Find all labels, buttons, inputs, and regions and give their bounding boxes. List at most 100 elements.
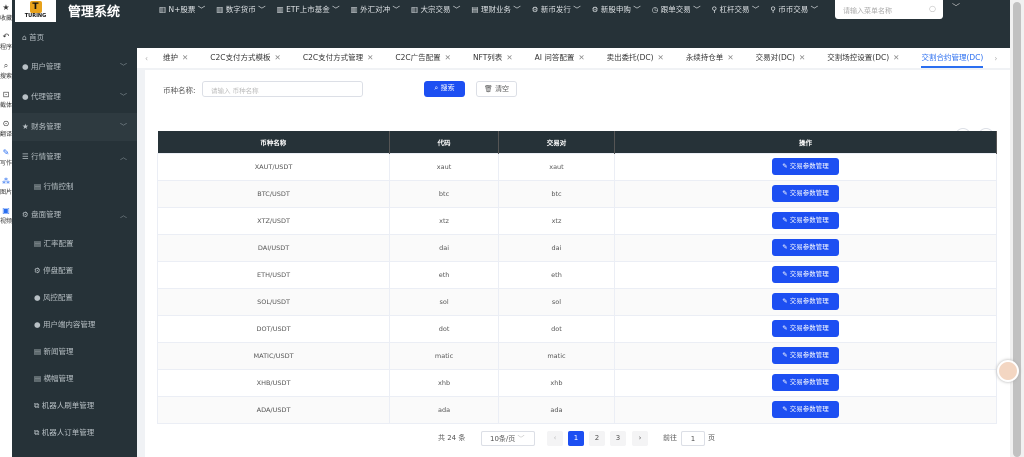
table-cell: xhb <box>389 368 499 397</box>
edit-icon: ✎ <box>782 351 788 359</box>
page-size-select[interactable]: 10条/页 ﹀ <box>481 431 535 446</box>
close-icon[interactable]: ✕ <box>275 53 281 62</box>
tab[interactable]: 维护 ✕ <box>152 48 199 68</box>
tab[interactable]: 永续持仓单 ✕ <box>675 48 745 68</box>
menu-search-input[interactable]: 请输入菜单名称 ○ <box>835 0 943 19</box>
close-icon[interactable]: ✕ <box>445 53 451 62</box>
trade-params-button[interactable]: ✎ 交易参数管理 <box>772 293 839 310</box>
top-menu-item[interactable]: ⚲ 杠杆交易 ﹀ <box>712 4 760 15</box>
tab[interactable]: AI 问答配置 ✕ <box>524 48 596 68</box>
next-page-button[interactable]: › <box>632 431 648 446</box>
home-icon: ⌂ <box>22 33 27 42</box>
tab[interactable]: C2C支付方式管理 ✕ <box>292 48 385 68</box>
sidebar-item[interactable]: ★ 财务管理 ﹀ <box>12 113 137 141</box>
edit-icon: ✎ <box>782 216 788 224</box>
trade-params-button[interactable]: ✎ 交易参数管理 <box>772 266 839 283</box>
sidebar-item[interactable]: ▤ 行情控制 <box>12 173 137 201</box>
table-cell: xaut <box>389 152 499 181</box>
table-cell: btc <box>389 179 499 208</box>
search-icon[interactable]: ⌕ <box>0 62 12 70</box>
page-2[interactable]: 2 <box>589 431 605 446</box>
top-menu: ▥ N+股票 ﹀ ▥ 数字货币 ﹀ ▥ ETF上市基金 ﹀ ▥ 外汇对冲 ﹀ ▥ 大宗交… <box>159 0 818 18</box>
sidebar-item[interactable]: ▤ 汇率配置 <box>12 230 137 258</box>
top-menu-item[interactable]: ▥ N+股票 ﹀ <box>159 4 205 15</box>
doc-icon: ▤ <box>34 182 42 191</box>
sidebar-item[interactable]: ⚙ 盘面管理 ︿ <box>12 201 137 229</box>
top-menu-item[interactable]: ◷ 跟单交易 ﹀ <box>652 4 701 15</box>
close-icon[interactable]: ✕ <box>506 53 512 62</box>
star-icon[interactable]: ★ <box>0 4 12 12</box>
user-icon: ● <box>34 293 41 302</box>
sidebar-item[interactable]: ⧉ 机器人订单管理 <box>12 419 137 447</box>
trade-params-button[interactable]: ✎ 交易参数管理 <box>772 374 839 391</box>
tab[interactable]: 交易对(DC) ✕ <box>745 48 817 68</box>
sidebar-item[interactable]: ● 代理管理 ﹀ <box>12 83 137 111</box>
chevron-down-icon: ﹀ <box>517 435 525 443</box>
page-3[interactable]: 3 <box>610 431 626 446</box>
chevron-down-icon[interactable]: ﹀ <box>952 2 960 13</box>
sidebar-item[interactable]: ⧉ 机器人刷单管理 <box>12 392 137 420</box>
edit-icon: ✎ <box>782 297 788 305</box>
top-menu-item[interactable]: ⚙ 新币发行 ﹀ <box>532 4 581 15</box>
sidebar-item[interactable]: ☰ 行情管理 ︿ <box>12 143 137 171</box>
scrollbar[interactable] <box>1010 0 1024 457</box>
close-icon[interactable]: ✕ <box>182 53 188 62</box>
translate-icon[interactable]: ⊙ <box>0 120 12 128</box>
undo-icon[interactable]: ↶ <box>0 33 12 41</box>
edit-icon[interactable]: ✎ <box>0 149 12 157</box>
search-button[interactable]: ⌕ 搜索 <box>424 81 465 97</box>
screenshot-icon[interactable]: ⊡ <box>0 91 12 99</box>
table-cell: btc <box>498 179 615 208</box>
trade-params-button[interactable]: ✎ 交易参数管理 <box>772 185 839 202</box>
trade-params-button[interactable]: ✎ 交易参数管理 <box>772 158 839 175</box>
close-icon[interactable]: ✕ <box>893 53 899 62</box>
close-icon[interactable]: ✕ <box>578 53 584 62</box>
top-menu-item[interactable]: ⚙ 新股申购 ﹀ <box>592 4 641 15</box>
top-menu-item[interactable]: ⚲ 币币交易 ﹀ <box>770 4 818 15</box>
sidebar-item[interactable]: ● 风控配置 <box>12 284 137 312</box>
top-menu-item[interactable]: ▥ 数字货币 ﹀ <box>216 4 265 15</box>
trade-params-button[interactable]: ✎ 交易参数管理 <box>772 401 839 418</box>
tab[interactable]: C2C支付方式模板 ✕ <box>199 48 292 68</box>
close-icon[interactable]: ✕ <box>367 53 373 62</box>
prev-page-button[interactable]: ‹ <box>547 431 563 446</box>
tab[interactable]: 卖出委托(DC) ✕ <box>596 48 675 68</box>
tab[interactable]: 交割合约管理(DC) <box>910 48 994 68</box>
logo[interactable]: T TURING <box>15 0 56 22</box>
top-menu-item[interactable]: ▥ ETF上市基金 ﹀ <box>277 4 340 15</box>
sidebar-item[interactable]: ● 用户管理 ﹀ <box>12 53 137 81</box>
sidebar-item[interactable]: ● 用户端内容管理 <box>12 311 137 339</box>
tab[interactable]: 交割场控设置(DC) ✕ <box>816 48 910 68</box>
table-cell: ETH/USDT <box>156 260 391 289</box>
sidebar-item[interactable]: ▤ 横幅管理 <box>12 365 137 393</box>
top-menu-item[interactable]: ▤ 理财业务 ﹀ <box>471 4 520 15</box>
video-icon[interactable]: ▣ <box>0 207 12 215</box>
sidebar-item[interactable]: ▤ 新闻管理 <box>12 338 137 366</box>
table-cell: sol <box>498 287 615 316</box>
sidebar-item[interactable]: ⚙ 停盘配置 <box>12 257 137 285</box>
table-row: ADA/USDT ada ada ✎ 交易参数管理 <box>156 395 998 424</box>
coin-name-input[interactable]: 请输入 币种名称 <box>202 81 363 97</box>
goto-page-input[interactable]: 1 <box>681 431 705 446</box>
tab[interactable]: C2C广告配置 ✕ <box>384 48 462 68</box>
trade-params-button[interactable]: ✎ 交易参数管理 <box>772 239 839 256</box>
trade-params-button[interactable]: ✎ 交易参数管理 <box>772 347 839 364</box>
tab[interactable]: NFT列表 ✕ <box>462 48 524 68</box>
page-1[interactable]: 1 <box>568 431 584 446</box>
tabs-scroll-left-icon[interactable]: ‹ <box>137 54 152 63</box>
table-row: MATIC/USDT matic matic ✎ 交易参数管理 <box>156 341 998 370</box>
top-menu-item[interactable]: ▥ 外汇对冲 ﹀ <box>351 4 400 15</box>
table-row: ETH/USDT eth eth ✎ 交易参数管理 <box>156 260 998 289</box>
close-icon[interactable]: ✕ <box>658 53 664 62</box>
trade-params-button[interactable]: ✎ 交易参数管理 <box>772 212 839 229</box>
top-menu-item[interactable]: ▥ 大宗交易 ﹀ <box>411 4 460 15</box>
close-icon[interactable]: ✕ <box>799 53 805 62</box>
close-icon[interactable]: ✕ <box>727 53 733 62</box>
tabs-scroll-right-icon[interactable]: › <box>994 54 997 63</box>
sidebar-item[interactable]: ⌂ 首页 <box>12 24 137 52</box>
assistant-avatar[interactable] <box>997 360 1019 382</box>
image-icon[interactable]: ⁂ <box>0 178 12 186</box>
clear-button[interactable]: 🗑 清空 <box>476 81 517 97</box>
trade-params-button[interactable]: ✎ 交易参数管理 <box>772 320 839 337</box>
table-cell: BTC/USDT <box>156 179 391 208</box>
